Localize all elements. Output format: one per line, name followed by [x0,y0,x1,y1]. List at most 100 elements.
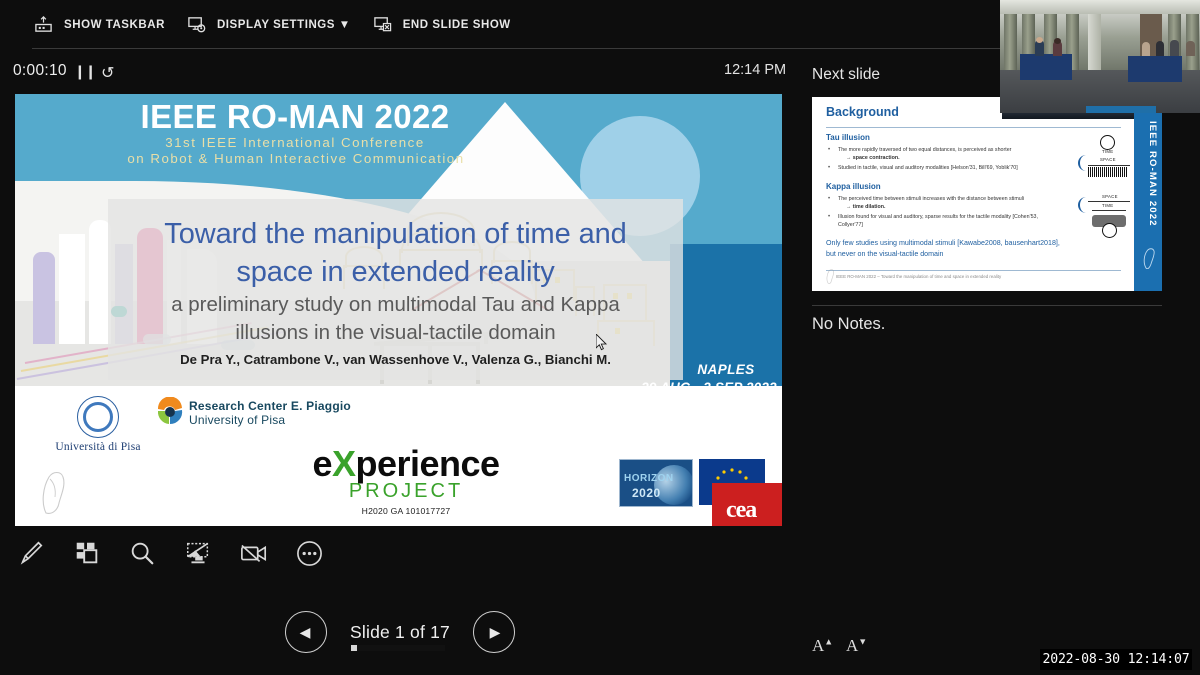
camera-toggle-button[interactable] [233,532,275,574]
preview-conclusion-2: but never on the visual-tactile domain [826,249,1076,260]
preview-diagram-label: TIME [1102,203,1113,208]
preview-conclusion-1: Only few studies using multimodal stimul… [826,238,1076,249]
experience-e: e [312,443,332,484]
slide-subtitle-line2: illusions in the visual-tactile domain [235,321,555,344]
pen-tool-button[interactable] [10,532,52,574]
wall-clock: 12:14 PM [724,62,786,78]
preview-bullet: Studied in tactile, visual and auditory … [838,164,1068,172]
display-settings-icon [187,15,206,34]
slide-progress-bar[interactable] [351,645,445,651]
display-settings-button[interactable]: DISPLAY SETTINGS ▼ [183,0,369,49]
slide-title-panel: Toward the manipulation of time and spac… [108,199,683,380]
conference-subtitle-2: on Robot & Human Interactive Communicati… [51,151,541,166]
unipi-label: Università di Pisa [43,441,153,453]
previous-slide-button[interactable]: ◀ [285,611,327,653]
piaggio-label-2: University of Pisa [189,413,285,427]
timer-row: 0:00:10 ❙❙ ↺ 12:14 PM [0,62,800,94]
pen-icon [17,539,45,567]
next-slide-preview[interactable]: IEEE RO-MAN 2022 Background Tau illusion… [812,97,1162,291]
conference-subtitle-1: 31st IEEE International Conference [85,135,505,150]
webcam-person [1170,40,1179,56]
webcam-person [1186,41,1195,56]
preview-bullet: → time dilation. [846,203,1046,211]
preview-curve-arrow [1078,197,1090,213]
slide-logo-band: Università di Pisa Research Center E. Pi… [15,386,782,526]
more-options-button[interactable] [288,532,330,574]
notes-divider [812,305,1162,306]
preview-heading-kappa: Kappa illusion [826,182,881,191]
piaggio-logo-icon [155,397,185,427]
experience-rest: perience [355,443,499,484]
next-arrow-icon: ▶ [490,624,501,641]
horizon-label: HORIZON [624,473,674,484]
current-slide[interactable]: IEEE RO-MAN 2022 31st IEEE International… [15,94,782,526]
experience-x: X [332,443,356,484]
experience-wordmark: eXperience [301,446,511,482]
slide-counter: Slide 1 of 17 [350,622,450,643]
webcam-person [1142,42,1150,56]
show-taskbar-button[interactable]: SHOW TASKBAR [30,0,183,49]
webcam-overlay[interactable] [1000,0,1200,113]
previous-arrow-icon: ◀ [300,624,311,641]
preview-arrow-line [1088,165,1130,166]
next-slide-button[interactable]: ▶ [473,611,515,653]
webcam-table [1020,54,1072,80]
camera-off-icon [239,539,269,567]
slide-title-line2: space in extended reality [236,256,554,288]
pause-timer-button[interactable]: ❙❙ [74,63,95,80]
decrease-font-label: A [846,636,858,655]
end-slideshow-label: END SLIDE SHOW [403,19,511,31]
preview-bullet: The more rapidly traversed of two equal … [838,146,1053,154]
preview-arrow-line [1088,201,1130,202]
preview-title-rule [826,127,1121,128]
slide-progress-fill [351,645,357,651]
city-tower [59,234,85,344]
preview-footer-rule [826,270,1121,271]
end-slideshow-icon [373,15,392,34]
mouse-cursor [596,334,608,351]
unipi-seal-icon [77,396,119,438]
webcam-ceiling [1000,0,1200,14]
preview-bullet: Illusion found for visual and auditory, … [838,213,1053,229]
increase-font-button[interactable]: A▲ [812,636,833,656]
piaggio-label-1: Research Center E. Piaggio [189,399,351,413]
preview-diagram-label: SPACE [1102,194,1118,199]
black-screen-icon [184,539,212,567]
preview-clock-icon [1100,135,1115,150]
webcam-person-head [1036,37,1043,43]
increase-font-label: A [812,636,824,655]
slide-authors: De Pra Y., Catrambone V., van Wassenhove… [108,352,683,367]
slide-title: Toward the manipulation of time and spac… [108,215,683,291]
preview-ghost-icon [825,269,836,284]
webcam-person [1156,41,1164,56]
preview-bullet: → space contraction. [846,154,1046,162]
slide-subtitle-line1: a preliminary study on multimodal Tau an… [171,293,620,316]
preview-band-text: IEEE RO-MAN 2022 [1138,121,1158,227]
preview-diagram-label: TIME [1102,149,1113,154]
experience-project-logo: eXperience PROJECT H2020 GA 101017727 [301,446,511,516]
end-slideshow-button[interactable]: END SLIDE SHOW [369,0,529,49]
conference-title: IEEE RO-MAN 2022 [85,98,505,136]
all-slides-button[interactable] [66,532,108,574]
webcam-table [1128,56,1182,82]
taskbar-icon [34,15,53,34]
decrease-font-button[interactable]: A▼ [846,636,867,656]
preview-clock-icon [1102,223,1117,238]
experience-grant-label: H2020 GA 101017727 [301,506,511,516]
black-screen-button[interactable] [177,532,219,574]
show-taskbar-label: SHOW TASKBAR [64,19,165,31]
display-settings-label: DISPLAY SETTINGS ▼ [217,19,351,31]
webcam-screen-strip [1086,106,1156,113]
slide-artwork: IEEE RO-MAN 2022 31st IEEE International… [15,94,782,386]
cea-wordmark: cea [726,497,756,524]
slideshow-toolbar [10,532,330,574]
slide-title-line1: Toward the manipulation of time and [164,218,626,250]
restart-timer-button[interactable]: ↺ [101,63,114,83]
preview-title: Background [826,105,899,119]
preview-arrow-line [1092,210,1126,211]
more-options-icon [295,539,324,568]
zoom-slide-button[interactable] [121,532,163,574]
timestamp-text: 2022-08-30 12:14:07 [1042,652,1189,667]
horizon2020-logo: HORIZON 2020 [619,459,693,507]
preview-footer-text: IEEE RO-MAN 2022 – Toward the manipulati… [836,274,1001,279]
